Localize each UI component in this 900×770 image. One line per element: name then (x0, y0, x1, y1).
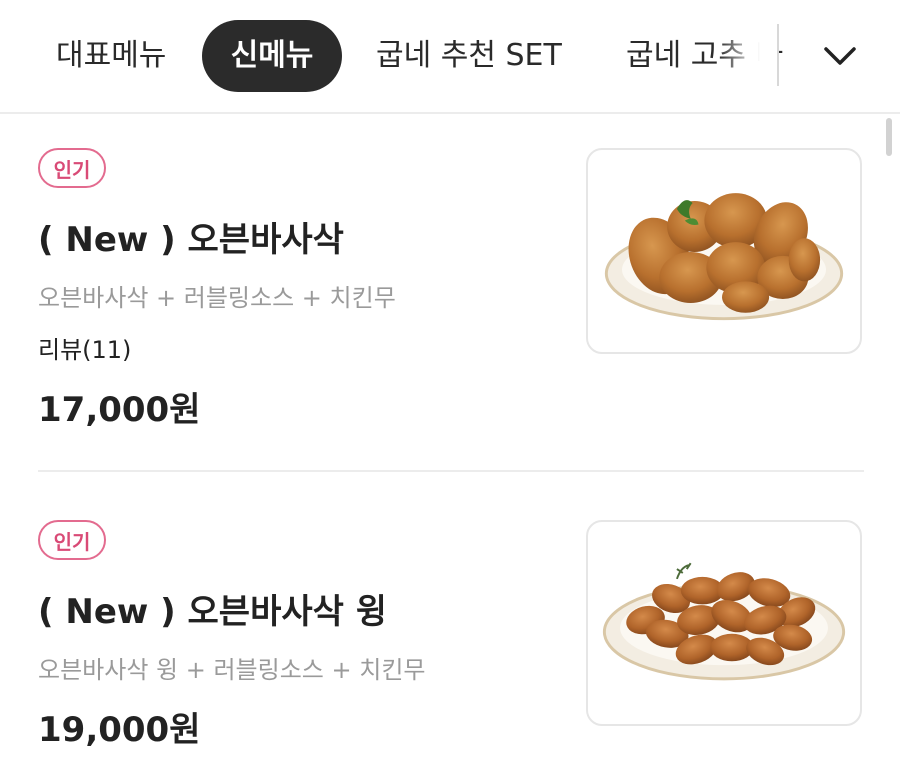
category-tab-bar: 대표메뉴 신메뉴 굽네 추천 SET 굽네 고추 바 (0, 0, 900, 114)
tab-divider (777, 24, 779, 86)
chicken-plate-image[interactable] (586, 148, 862, 354)
menu-item-price: 17,000원 (38, 390, 201, 430)
tab-new-menu[interactable]: 신메뉴 (202, 20, 342, 92)
popular-badge: 인기 (38, 520, 106, 560)
expand-categories-button[interactable] (810, 26, 870, 86)
menu-item[interactable]: 인기 ( New ) 오븐바사삭 오븐바사삭 + 러블링소스 + 치킨무 리뷰(… (38, 148, 864, 430)
popular-badge: 인기 (38, 148, 106, 188)
chicken-wings-plate-image[interactable] (586, 520, 862, 726)
menu-item-price: 19,000원 (38, 710, 201, 750)
menu-item[interactable]: 인기 ( New ) 오븐바사삭 윙 오븐바사삭 윙 + 러블링소스 + 치킨무… (38, 520, 864, 770)
menu-item-name: ( New ) 오븐바사삭 (38, 220, 344, 260)
chevron-down-icon (824, 47, 856, 65)
tab-recommended-set[interactable]: 굽네 추천 SET (376, 20, 562, 92)
menu-item-description: 오븐바사삭 윙 + 러블링소스 + 치킨무 (38, 656, 426, 684)
scrollbar-thumb[interactable] (886, 118, 892, 156)
item-separator (38, 470, 864, 472)
tab-representative-menu[interactable]: 대표메뉴 (56, 20, 166, 92)
menu-item-name: ( New ) 오븐바사삭 윙 (38, 592, 388, 632)
menu-item-review-count[interactable]: 리뷰(11) (38, 330, 131, 365)
menu-item-description: 오븐바사삭 + 러블링소스 + 치킨무 (38, 284, 396, 312)
tab-overflow-fade (718, 20, 778, 92)
